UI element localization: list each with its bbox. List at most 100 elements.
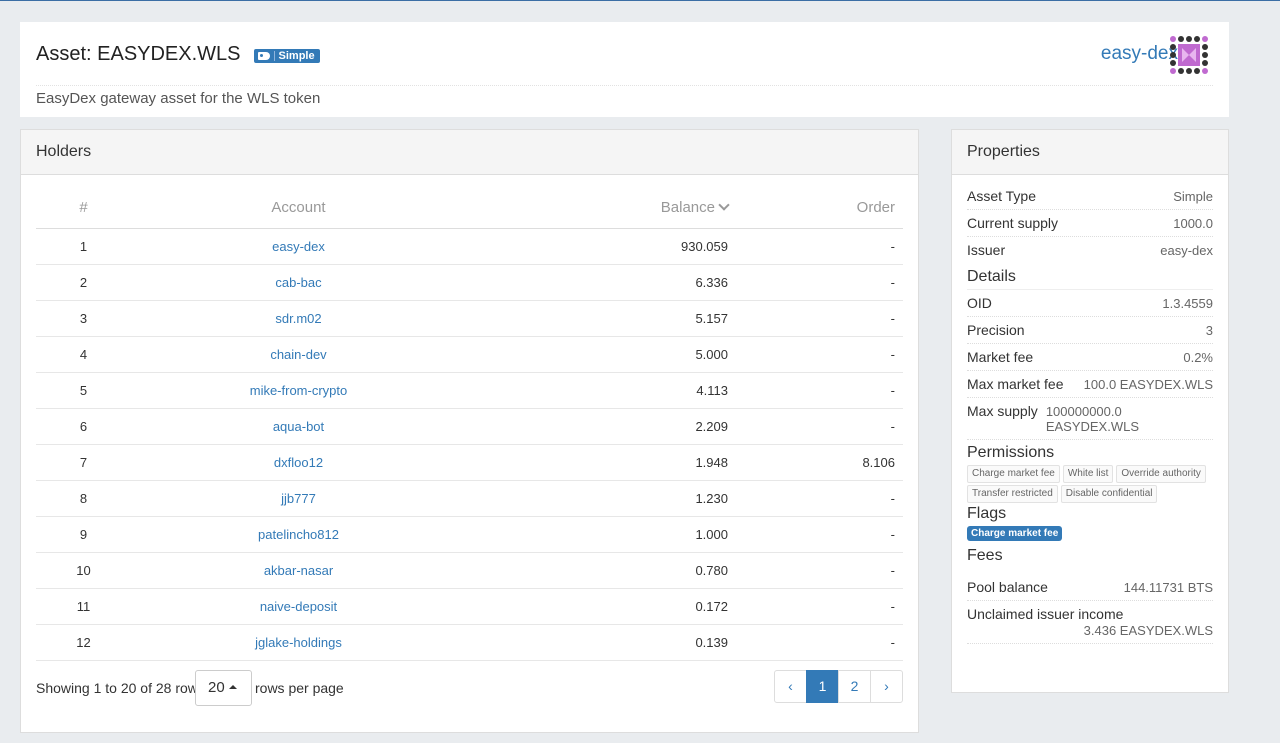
balance-cell: 6.336 bbox=[466, 264, 728, 301]
table-row: 4 chain-dev 5.000- bbox=[36, 336, 903, 373]
table-row: 2 cab-bac 6.336- bbox=[36, 264, 903, 301]
order-cell: - bbox=[728, 552, 903, 589]
table-row: 5 mike-from-crypto 4.113- bbox=[36, 372, 903, 409]
issuer-link[interactable]: easy-dex bbox=[1101, 43, 1178, 65]
prop-value: 3.436 EASYDEX.WLS bbox=[1083, 623, 1213, 638]
table-row: 10 akbar-nasar 0.780- bbox=[36, 552, 903, 589]
account-cell: sdr.m02 bbox=[131, 300, 466, 337]
account-link[interactable]: patelincho812 bbox=[258, 527, 339, 542]
table-row: 9 patelincho812 1.000- bbox=[36, 516, 903, 553]
balance-cell: 0.780 bbox=[466, 552, 728, 589]
pager-next-button[interactable]: › bbox=[870, 670, 903, 703]
holders-heading: Holders bbox=[21, 130, 918, 175]
pager-page-2[interactable]: 2 bbox=[838, 670, 871, 703]
account-cell: jjb777 bbox=[131, 480, 466, 517]
column-header-rank[interactable]: # bbox=[36, 188, 131, 229]
prop-max-supply: Max supply 100000000.0 EASYDEX.WLS bbox=[967, 398, 1213, 440]
account-link[interactable]: naive-deposit bbox=[260, 599, 337, 614]
prop-label: OID bbox=[967, 295, 992, 311]
balance-cell: 5.000 bbox=[466, 336, 728, 373]
account-cell: aqua-bot bbox=[131, 408, 466, 445]
page-size-select[interactable]: 20 bbox=[195, 670, 252, 706]
rank-cell: 1 bbox=[36, 228, 131, 265]
balance-cell: 1.948 bbox=[466, 444, 728, 481]
balance-cell: 930.059 bbox=[466, 228, 728, 265]
flags-list: Charge market fee bbox=[967, 526, 1213, 543]
permissions-title: Permissions bbox=[967, 444, 1055, 461]
rank-cell: 12 bbox=[36, 624, 131, 661]
account-link[interactable]: cab-bac bbox=[275, 275, 321, 290]
table-row: 7 dxfloo12 1.948 8.106 bbox=[36, 444, 903, 481]
order-cell: - bbox=[728, 300, 903, 337]
account-cell: jglake-holdings bbox=[131, 624, 466, 661]
order-cell: - bbox=[728, 588, 903, 625]
permission-tag: Disable confidential bbox=[1060, 485, 1158, 503]
header-divider bbox=[36, 85, 1213, 86]
prop-oid: OID 1.3.4559 bbox=[967, 290, 1213, 317]
account-link[interactable]: easy-dex bbox=[272, 239, 325, 254]
asset-title-text: Asset: EASYDEX.WLS bbox=[36, 43, 241, 65]
account-link[interactable]: mike-from-crypto bbox=[250, 383, 348, 398]
table-row: 12 jglake-holdings 0.139- bbox=[36, 624, 903, 661]
rank-cell: 9 bbox=[36, 516, 131, 553]
column-header-order[interactable]: Order bbox=[728, 188, 903, 229]
table-row: 11 naive-deposit 0.172- bbox=[36, 588, 903, 625]
prop-label: Unclaimed issuer income bbox=[967, 606, 1124, 622]
holders-panel: Holders # Account Balance Order 1 easy-de… bbox=[20, 129, 919, 733]
account-cell: naive-deposit bbox=[131, 588, 466, 625]
flag-tag: Charge market fee bbox=[967, 526, 1063, 541]
sort-desc-icon bbox=[718, 199, 730, 211]
order-cell: - bbox=[728, 516, 903, 553]
pagination-bar: Showing 1 to 20 of 28 rows 20 rows per p… bbox=[36, 670, 903, 706]
rank-cell: 4 bbox=[36, 336, 131, 373]
prop-label: Max supply bbox=[967, 403, 1038, 419]
table-header-row: # Account Balance Order bbox=[36, 188, 903, 229]
prop-value: 0.2% bbox=[1183, 350, 1213, 365]
account-link[interactable]: aqua-bot bbox=[273, 419, 324, 434]
balance-cell: 0.139 bbox=[466, 624, 728, 661]
column-header-balance[interactable]: Balance bbox=[466, 188, 730, 229]
rank-cell: 6 bbox=[36, 408, 131, 445]
prop-pool-balance: Pool balance 144.11731 BTS bbox=[967, 574, 1213, 601]
rows-per-page-label: rows per page bbox=[255, 680, 344, 696]
pager-prev-button[interactable]: ‹ bbox=[774, 670, 807, 703]
account-link[interactable]: sdr.m02 bbox=[275, 311, 321, 326]
pager: ‹ 1 2 › bbox=[774, 670, 903, 703]
details-title: Details bbox=[967, 264, 1213, 290]
properties-panel: Properties Asset Type Simple Current sup… bbox=[951, 129, 1229, 693]
order-cell: - bbox=[728, 408, 903, 445]
prop-precision: Precision 3 bbox=[967, 317, 1213, 344]
account-cell: dxfloo12 bbox=[131, 444, 466, 481]
order-cell: - bbox=[728, 264, 903, 301]
prop-label: Market fee bbox=[967, 349, 1034, 365]
account-cell: patelincho812 bbox=[131, 516, 466, 553]
holders-table: # Account Balance Order 1 easy-dex 930.059… bbox=[36, 188, 903, 661]
column-header-account[interactable]: Account bbox=[131, 188, 466, 229]
prop-value: Simple bbox=[1173, 189, 1213, 204]
asset-header: Asset: EASYDEX.WLS Simple easy-dex EasyD… bbox=[20, 22, 1229, 117]
account-link[interactable]: chain-dev bbox=[270, 347, 326, 362]
asset-type-badge-label: Simple bbox=[278, 49, 315, 62]
order-cell: 8.106 bbox=[728, 444, 903, 481]
issuer-account-link[interactable]: easy-dex bbox=[1160, 242, 1213, 258]
account-link[interactable]: dxfloo12 bbox=[274, 455, 323, 470]
prop-current-supply: Current supply 1000.0 bbox=[967, 210, 1213, 237]
pager-page-1[interactable]: 1 bbox=[806, 670, 839, 703]
page-size-value: 20 bbox=[208, 679, 225, 696]
prop-asset-type: Asset Type Simple bbox=[967, 183, 1213, 210]
holders-table-body: 1 easy-dex 930.059-2 cab-bac 6.336-3 sdr.m02 5… bbox=[36, 228, 903, 661]
issuer-avatar[interactable] bbox=[1169, 35, 1209, 75]
asset-description: EasyDex gateway asset for the WLS token bbox=[36, 90, 321, 107]
account-link[interactable]: jglake-holdings bbox=[255, 635, 342, 650]
order-cell: - bbox=[728, 480, 903, 517]
page-title: Asset: EASYDEX.WLS Simple bbox=[36, 43, 320, 66]
properties-heading: Properties bbox=[952, 130, 1228, 175]
prop-label: Issuer bbox=[967, 242, 1006, 258]
max-supply-amount: 100000000.0 bbox=[1045, 404, 1122, 419]
rank-cell: 2 bbox=[36, 264, 131, 301]
account-cell: cab-bac bbox=[131, 264, 466, 301]
account-link[interactable]: akbar-nasar bbox=[264, 563, 333, 578]
balance-cell: 5.157 bbox=[466, 300, 728, 337]
account-link[interactable]: jjb777 bbox=[281, 491, 316, 506]
prop-value: 144.11731 BTS bbox=[1123, 580, 1213, 595]
